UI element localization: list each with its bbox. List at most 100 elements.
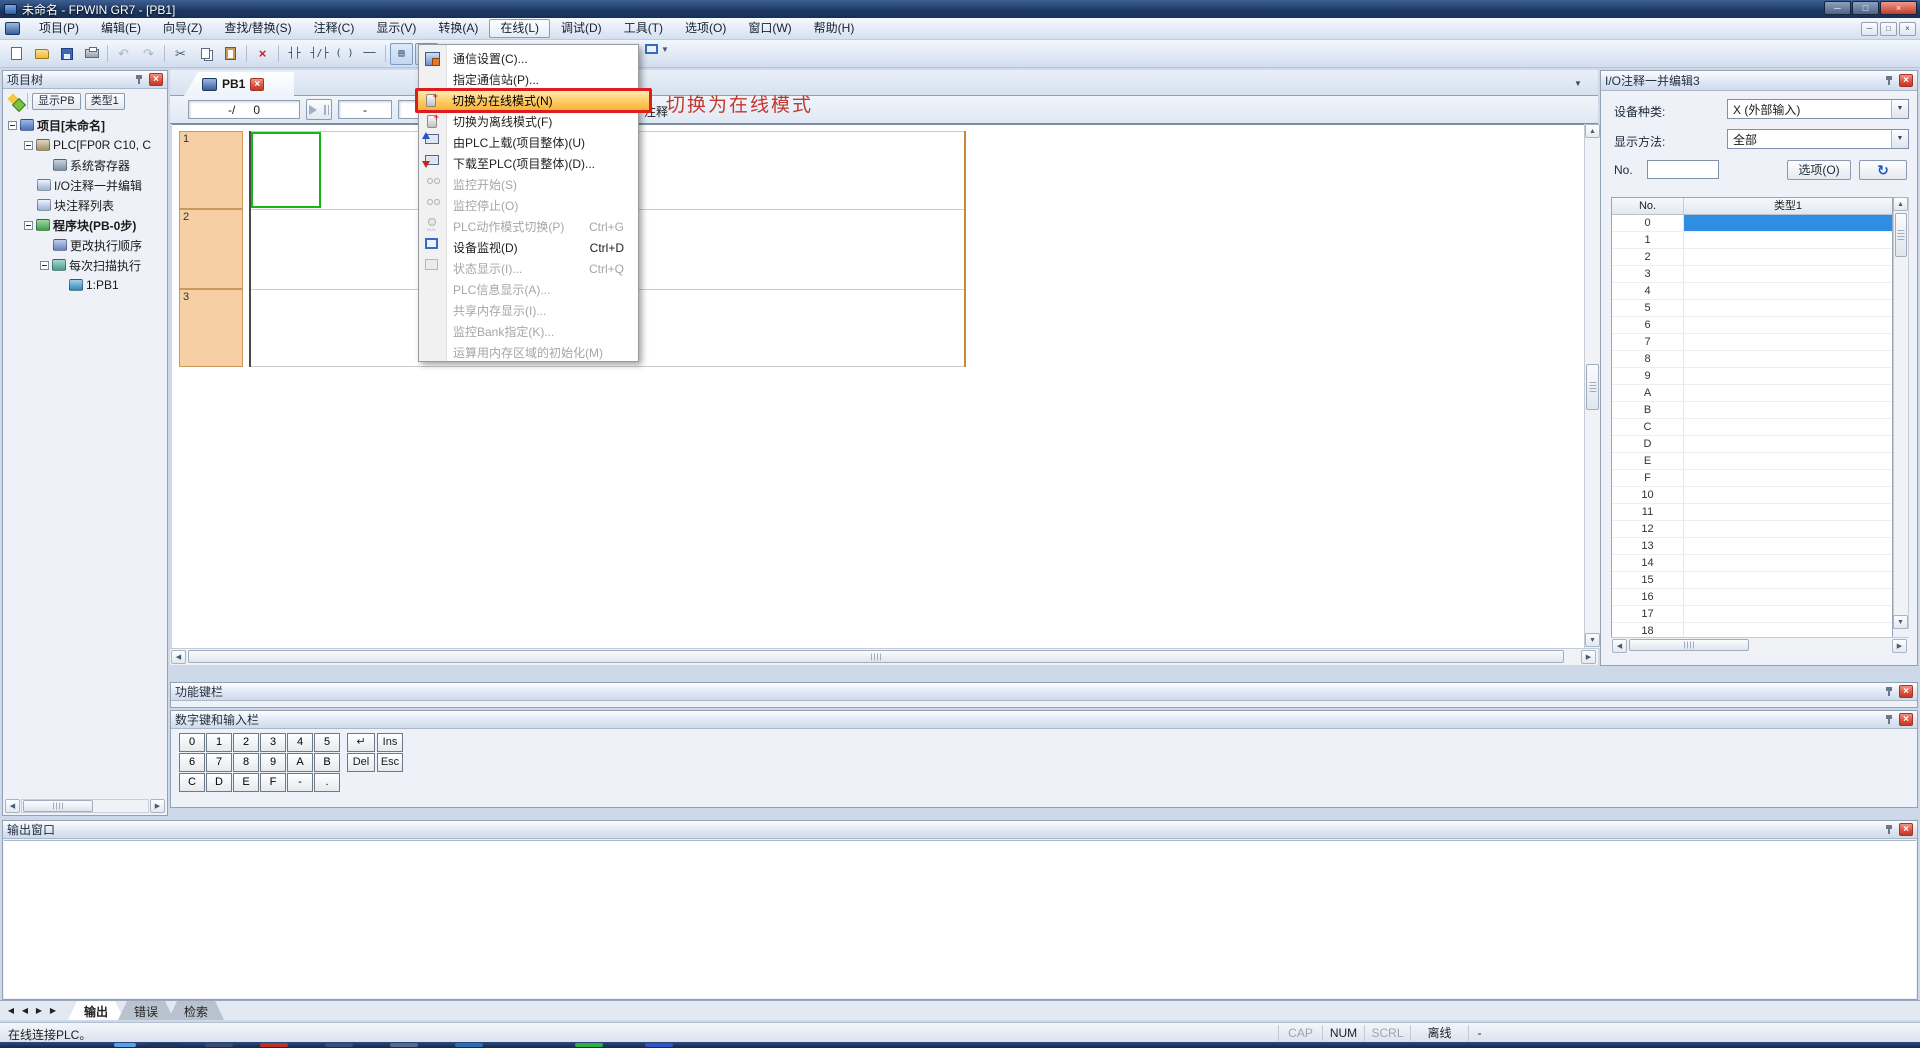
- table-row[interactable]: 17: [1612, 606, 1892, 623]
- menu-view[interactable]: 显示(V): [365, 19, 427, 38]
- tree-node-project[interactable]: 项目[未命名]: [4, 115, 166, 135]
- key-3[interactable]: 3: [260, 733, 286, 752]
- pin-icon[interactable]: [1884, 75, 1894, 86]
- table-row[interactable]: 11: [1612, 504, 1892, 521]
- first-tab-button[interactable]: ◀: [4, 1003, 18, 1019]
- tab-close-button[interactable]: ×: [250, 78, 264, 91]
- key-6[interactable]: 6: [179, 753, 205, 772]
- key-4[interactable]: 4: [287, 733, 313, 752]
- scrollbar-thumb[interactable]: [1586, 364, 1599, 410]
- key-2[interactable]: 2: [233, 733, 259, 752]
- collapse-icon[interactable]: [8, 121, 17, 130]
- collapse-icon[interactable]: [24, 141, 33, 150]
- edit-cursor[interactable]: [251, 132, 321, 208]
- key-1[interactable]: 1: [206, 733, 232, 752]
- mdi-close-button[interactable]: ×: [1899, 22, 1916, 36]
- panel-close-button[interactable]: ×: [149, 73, 163, 86]
- menu-item-upload-from-plc[interactable]: 由PLC上载(项目整体)(U): [419, 132, 638, 153]
- scroll-left-button[interactable]: ◀: [5, 799, 20, 813]
- tab-errors[interactable]: 错误: [118, 1001, 174, 1020]
- menu-item-device-monitor[interactable]: 设备监视(D) Ctrl+D: [419, 237, 638, 258]
- tab-output[interactable]: 输出: [68, 1001, 124, 1020]
- ladder-line-button[interactable]: ──: [358, 43, 381, 65]
- col-no[interactable]: No.: [1612, 198, 1684, 214]
- table-row[interactable]: 6: [1612, 317, 1892, 334]
- save-button[interactable]: [55, 43, 78, 65]
- table-row[interactable]: 2: [1612, 249, 1892, 266]
- scrollbar-thumb[interactable]: [1895, 213, 1907, 257]
- type1-cell-selected[interactable]: [1684, 215, 1892, 231]
- key-esc[interactable]: Esc: [377, 753, 403, 772]
- undo-button[interactable]: ↶: [112, 43, 135, 65]
- type1-cell[interactable]: [1684, 402, 1892, 418]
- key-minus[interactable]: -: [287, 773, 313, 792]
- table-row[interactable]: 7: [1612, 334, 1892, 351]
- table-row[interactable]: E: [1612, 453, 1892, 470]
- taskbar-app[interactable]: [205, 1043, 233, 1047]
- scroll-right-button[interactable]: ▶: [150, 799, 165, 813]
- show-pb-button[interactable]: 显示PB: [32, 93, 81, 110]
- tab-search[interactable]: 检索: [168, 1001, 224, 1020]
- display-dropdown[interactable]: ▼: [645, 44, 669, 54]
- key-a[interactable]: A: [287, 753, 313, 772]
- tree-node-block-comment[interactable]: 块注释列表: [4, 195, 166, 215]
- menu-edit[interactable]: 编辑(E): [90, 19, 152, 38]
- taskbar-app[interactable]: [575, 1043, 603, 1047]
- next-tab-button[interactable]: ▶: [32, 1003, 46, 1019]
- key-0[interactable]: 0: [179, 733, 205, 752]
- rung-cell[interactable]: 3: [179, 289, 243, 367]
- cut-button[interactable]: ✂: [169, 43, 192, 65]
- ladder-contact-button[interactable]: ┤├: [283, 43, 306, 65]
- taskbar-app[interactable]: [325, 1043, 353, 1047]
- chevron-down-icon[interactable]: ▼: [1891, 130, 1908, 148]
- key-7[interactable]: 7: [206, 753, 232, 772]
- refresh-button[interactable]: ↻: [1859, 160, 1907, 180]
- tree-node-exec-order[interactable]: 更改执行顺序: [4, 235, 166, 255]
- no-input[interactable]: [1647, 160, 1719, 179]
- display-method-select[interactable]: 全部 ▼: [1727, 129, 1909, 149]
- type1-cell[interactable]: [1684, 555, 1892, 571]
- type1-cell[interactable]: [1684, 521, 1892, 537]
- tree-node-scan-exec[interactable]: 每次扫描执行: [4, 255, 166, 275]
- start-orb[interactable]: [114, 1043, 136, 1047]
- taskbar-app[interactable]: [150, 1043, 178, 1047]
- type1-cell[interactable]: [1684, 368, 1892, 384]
- menu-item-monitor-stop[interactable]: 监控停止(O): [419, 195, 638, 216]
- key-del[interactable]: Del: [347, 753, 375, 772]
- scroll-down-button[interactable]: ▼: [1893, 615, 1908, 629]
- table-row[interactable]: 8: [1612, 351, 1892, 368]
- output-body[interactable]: [4, 840, 1916, 998]
- scrollbar-thumb[interactable]: [1629, 639, 1749, 651]
- key-8[interactable]: 8: [233, 753, 259, 772]
- menu-item-monitor-bank[interactable]: 监控Bank指定(K)...: [419, 321, 638, 342]
- scroll-up-button[interactable]: ▲: [1585, 124, 1600, 138]
- maximize-button[interactable]: □: [1852, 1, 1879, 15]
- menu-item-memory-init[interactable]: 运算用内存区域的初始化(M): [419, 342, 638, 363]
- collapse-icon[interactable]: [24, 221, 33, 230]
- scrollbar-thumb[interactable]: [188, 650, 1564, 663]
- ladder-contact-not-button[interactable]: ┤/├: [308, 43, 331, 65]
- menu-find-replace[interactable]: 查找/替换(S): [213, 19, 302, 38]
- table-row[interactable]: 0: [1612, 215, 1892, 232]
- key-d[interactable]: D: [206, 773, 232, 792]
- menu-online[interactable]: 在线(L): [489, 19, 550, 38]
- mdi-minimize-button[interactable]: ─: [1861, 22, 1878, 36]
- paste-button[interactable]: [219, 43, 242, 65]
- open-button[interactable]: [30, 43, 53, 65]
- rung-cell[interactable]: 2: [179, 209, 243, 289]
- menu-wizard[interactable]: 向导(Z): [152, 19, 213, 38]
- key-5[interactable]: 5: [314, 733, 340, 752]
- type1-cell[interactable]: [1684, 606, 1892, 622]
- comment-display-toggle[interactable]: ▤: [390, 43, 413, 65]
- print-button[interactable]: [80, 43, 103, 65]
- menu-item-plc-mode-switch[interactable]: PLC动作模式切换(P) Ctrl+G: [419, 216, 638, 237]
- last-tab-button[interactable]: ▶: [46, 1003, 60, 1019]
- taskbar-app[interactable]: [645, 1043, 673, 1047]
- scroll-down-button[interactable]: ▼: [1585, 633, 1600, 647]
- type1-cell[interactable]: [1684, 572, 1892, 588]
- options-button[interactable]: 选项(O): [1787, 160, 1851, 180]
- pin-icon[interactable]: [1884, 824, 1894, 835]
- pin-icon[interactable]: [1884, 686, 1894, 697]
- table-row[interactable]: 9: [1612, 368, 1892, 385]
- type1-cell[interactable]: [1684, 487, 1892, 503]
